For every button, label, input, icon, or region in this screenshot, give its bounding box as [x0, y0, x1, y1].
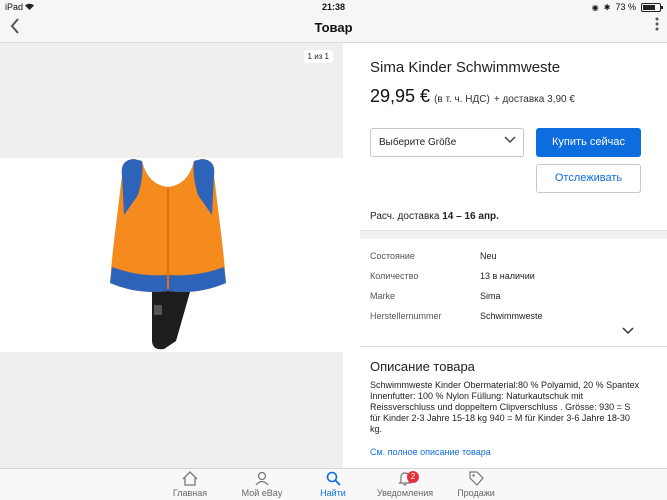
spec-row: Herstellernummer Schwimmweste [370, 306, 650, 326]
bell-icon: 2 [370, 471, 440, 488]
spec-value: Sima [480, 291, 501, 301]
tab-label: Главная [172, 488, 208, 498]
search-icon [298, 471, 368, 488]
vat-note: (в т. ч. НДС) [434, 94, 490, 105]
description-text: Schwimmweste Kinder Obermaterial:80 % Po… [370, 380, 640, 434]
spec-value: Schwimmweste [480, 311, 543, 321]
tab-label: Продажи [457, 488, 495, 498]
tab-home[interactable]: Главная [155, 471, 225, 498]
tab-label: Найти [320, 488, 346, 498]
spec-key: Herstellernummer [370, 311, 442, 321]
chevron-down-icon [622, 327, 634, 335]
product-title: Sima Kinder Schwimmweste [370, 59, 561, 76]
navigation-bar: Товар [0, 14, 667, 43]
tab-my-ebay[interactable]: Мой eBay [227, 471, 297, 498]
description-title: Описание товара [370, 359, 475, 374]
delivery-dates: 14 – 16 апр. [442, 211, 499, 222]
tab-selling[interactable]: Продажи [441, 471, 511, 498]
page-title: Товар [314, 20, 353, 35]
image-gallery[interactable]: 1 из 1 [0, 43, 343, 468]
user-icon [227, 471, 297, 488]
shipping-cost: + доставка 3,90 € [493, 94, 575, 105]
spec-value: 13 в наличии [480, 271, 535, 281]
product-image [110, 159, 226, 350]
spec-row: Marke Sima [370, 286, 650, 306]
bluetooth-icon: ✱ [603, 2, 611, 12]
tab-label: Уведомления [376, 488, 434, 498]
size-select-label: Выберите Größe [379, 137, 457, 148]
more-vertical-icon [655, 17, 659, 31]
more-options-button[interactable] [655, 17, 659, 35]
product-details: Sima Kinder Schwimmweste 29,95 € (в т. ч… [343, 43, 667, 468]
buy-now-button[interactable]: Купить сейчас [536, 128, 641, 157]
full-description-link[interactable]: См. полное описание товара [370, 447, 491, 457]
price: 29,95 € [370, 86, 431, 106]
expand-specs-button[interactable] [622, 324, 634, 338]
item-specifics: Состояние Neu Количество 13 в наличии Ma… [370, 246, 650, 326]
delivery-label: Расч. доставка [370, 211, 440, 222]
spec-value: Neu [480, 251, 497, 261]
battery-percent: 73 % [615, 2, 636, 12]
price-row: 29,95 € (в т. ч. НДС) + доставка 3,90 € [370, 86, 575, 107]
tab-search[interactable]: Найти [298, 471, 368, 498]
estimated-delivery: Расч. доставка 14 – 16 апр. [370, 211, 499, 222]
tag-icon [441, 471, 511, 488]
spec-row: Состояние Neu [370, 246, 650, 266]
home-icon [155, 471, 225, 488]
location-icon: ◉ [591, 2, 599, 12]
watch-button[interactable]: Отслеживать [536, 164, 641, 193]
battery-icon [641, 2, 663, 12]
divider [360, 346, 667, 347]
section-divider [360, 230, 667, 239]
spec-row: Количество 13 в наличии [370, 266, 650, 286]
image-counter: 1 из 1 [303, 50, 333, 63]
tab-notifications[interactable]: 2 Уведомления [370, 471, 440, 498]
size-select[interactable]: Выберите Größe [370, 128, 524, 157]
status-bar: iPad 21:38 ◉ ✱ 73 % [0, 0, 667, 14]
notification-badge: 2 [407, 471, 419, 483]
status-time: 21:38 [321, 2, 346, 12]
spec-key: Состояние [370, 251, 415, 261]
spec-key: Количество [370, 271, 419, 281]
tab-label: Мой eBay [241, 488, 283, 498]
chevron-down-icon [504, 135, 516, 147]
spec-key: Marke [370, 291, 396, 301]
tab-bar: Главная Мой eBay Найти 2 Уведомления Про… [0, 468, 667, 500]
